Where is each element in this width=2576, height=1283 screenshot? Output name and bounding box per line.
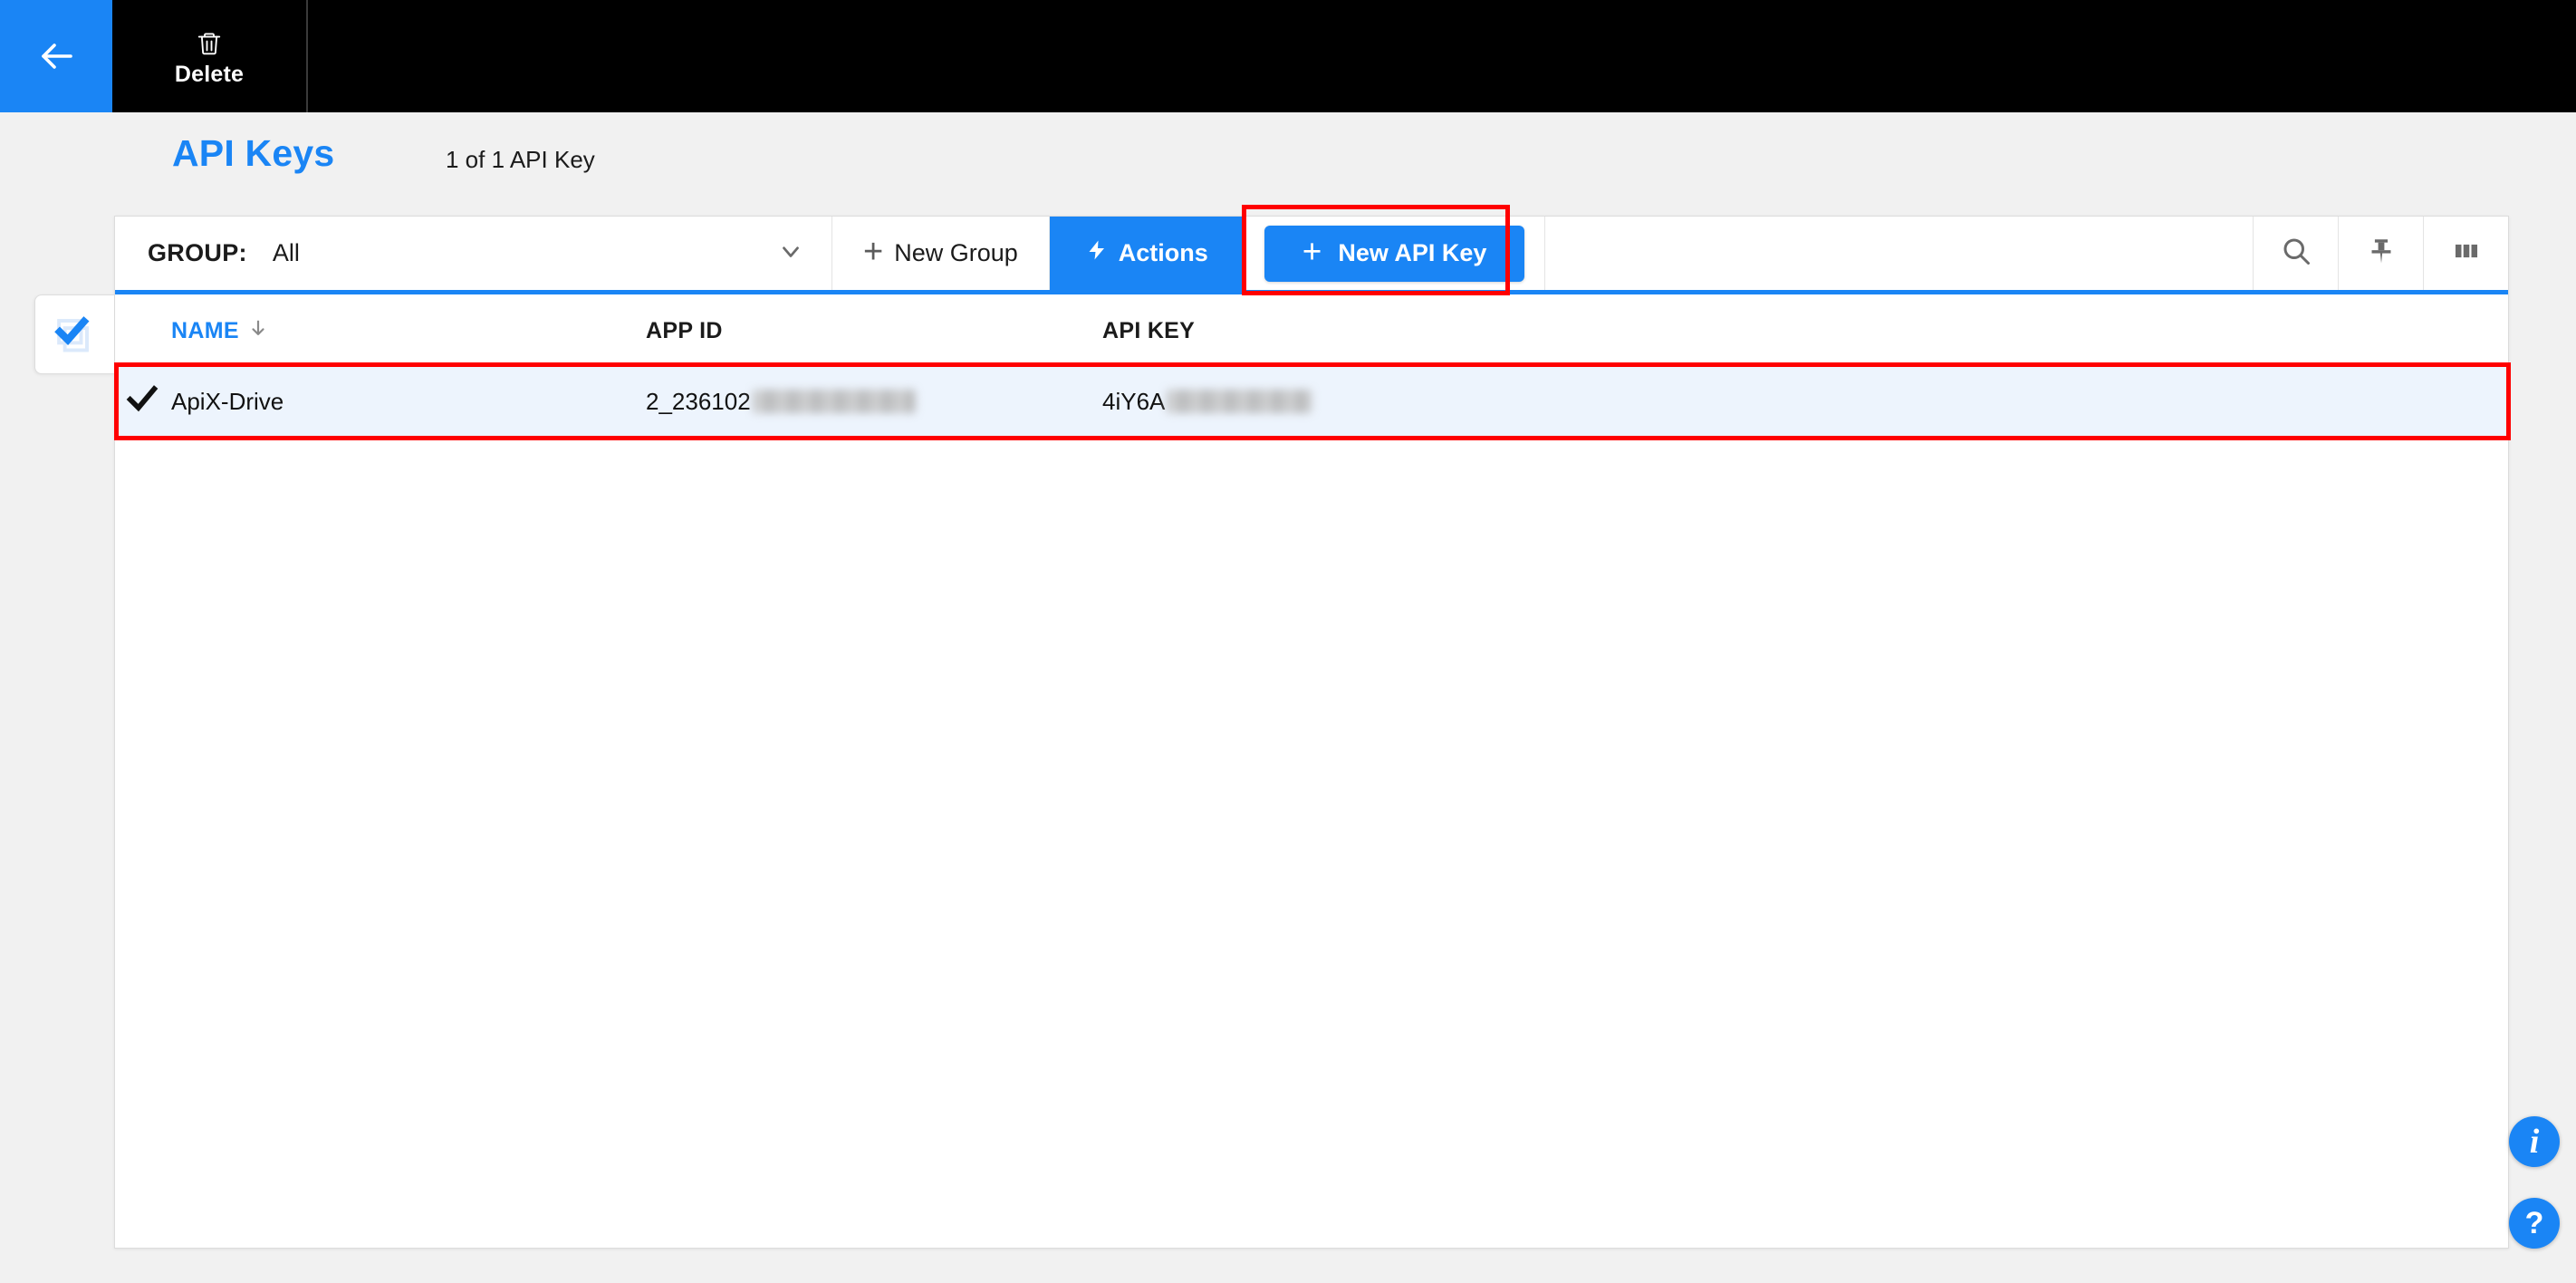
chevron-down-icon: [777, 237, 804, 269]
delete-button[interactable]: Delete: [112, 0, 308, 112]
column-header-apikey[interactable]: API KEY: [1102, 318, 1195, 344]
info-icon: i: [2529, 1123, 2540, 1161]
back-button[interactable]: [0, 0, 112, 112]
column-header-name[interactable]: NAME: [171, 318, 268, 344]
cell-appid-value: 2_236102: [646, 387, 751, 415]
actions-button[interactable]: Actions: [1049, 217, 1245, 290]
column-header-appid-label: APP ID: [646, 317, 723, 343]
checkmark-icon: [124, 381, 160, 423]
select-all-icon: [52, 309, 99, 361]
redacted-appid: [752, 390, 916, 413]
delete-label: Delete: [174, 61, 245, 87]
info-button[interactable]: i: [2509, 1116, 2560, 1167]
cell-apikey: 4iY6A: [1102, 388, 1312, 416]
columns-button[interactable]: [2423, 217, 2508, 290]
help-icon: ?: [2524, 1205, 2544, 1240]
top-action-bar: Delete: [0, 0, 2576, 112]
selected-row-highlight: [114, 362, 2511, 440]
new-group-button[interactable]: + New Group: [832, 217, 1050, 290]
arrow-left-icon: [34, 34, 78, 78]
page-header: API Keys 1 of 1 API Key: [0, 112, 2576, 217]
new-group-label: New Group: [894, 239, 1018, 266]
column-header-appid[interactable]: APP ID: [646, 318, 723, 344]
help-button[interactable]: ?: [2509, 1198, 2560, 1249]
row-checkmark[interactable]: [124, 381, 160, 423]
column-header-apikey-label: API KEY: [1102, 317, 1196, 343]
new-api-key-button[interactable]: + New API Key: [1264, 225, 1525, 282]
page-title: API Keys: [172, 132, 335, 174]
actions-label: Actions: [1118, 239, 1208, 266]
column-header-name-label: NAME: [171, 317, 239, 343]
group-filter-label: GROUP:: [148, 239, 247, 266]
table-row[interactable]: ApiX-Drive 2_236102 4iY6A: [114, 362, 2511, 440]
cell-name: ApiX-Drive: [171, 387, 284, 415]
cell-appid: 2_236102: [646, 388, 916, 416]
table-header: NAME APP ID API KEY: [115, 294, 2508, 367]
lightning-bolt-icon: [1086, 236, 1108, 270]
pin-icon: [2366, 236, 2397, 271]
trash-icon: [196, 27, 223, 58]
redacted-apikey: [1167, 390, 1312, 413]
arrow-down-icon: [248, 318, 268, 344]
select-all-tab[interactable]: [34, 294, 114, 374]
api-keys-card: GROUP: All + New Group Actions + New API…: [114, 205, 2511, 1249]
search-button[interactable]: [2253, 217, 2338, 290]
group-filter-value: All: [272, 239, 300, 266]
pin-button[interactable]: [2338, 217, 2423, 290]
cell-apikey-value: 4iY6A: [1102, 387, 1166, 415]
new-api-key-container: + New API Key: [1245, 217, 1546, 290]
columns-icon: [2451, 236, 2482, 271]
table-toolbar: GROUP: All + New Group Actions + New API…: [115, 205, 2508, 295]
record-count: 1 of 1 API Key: [446, 146, 595, 173]
search-icon: [2280, 235, 2312, 272]
group-filter-select[interactable]: GROUP: All: [115, 217, 832, 290]
new-api-key-label: New API Key: [1338, 239, 1487, 266]
